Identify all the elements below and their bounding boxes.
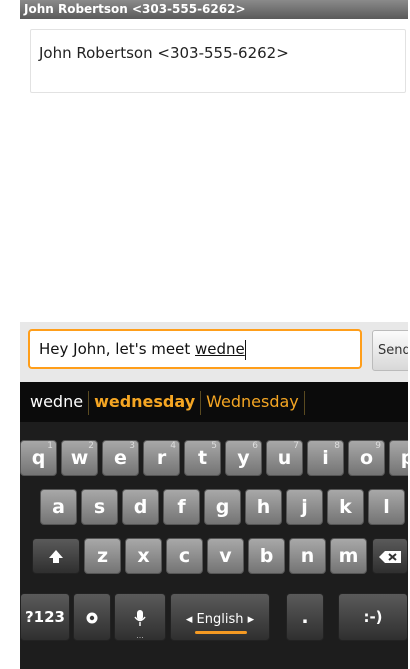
key-hint: 7 xyxy=(293,441,299,451)
key-n[interactable]: n xyxy=(289,538,326,574)
key-hint: 6 xyxy=(252,441,258,451)
key-u[interactable]: 7u xyxy=(266,440,303,476)
suggestion-typed[interactable]: wedne xyxy=(20,382,88,422)
key-v[interactable]: v xyxy=(207,538,244,574)
key-hint: 5 xyxy=(211,441,217,451)
microphone-key[interactable]: ... xyxy=(114,593,166,641)
key-label: y xyxy=(237,447,250,469)
mic-more-dots: ... xyxy=(136,631,144,640)
key-i[interactable]: 8i xyxy=(307,440,344,476)
key-y[interactable]: 6y xyxy=(225,440,262,476)
key-hint: 8 xyxy=(334,441,340,451)
suggestion-alt[interactable]: Wednesday xyxy=(201,382,304,422)
key-label: p xyxy=(400,447,408,469)
message-text: Hey John, let's meet xyxy=(39,340,196,358)
symbols-key[interactable]: ?123 xyxy=(20,593,70,641)
key-label: u xyxy=(277,447,292,469)
key-q[interactable]: 1q xyxy=(20,440,57,476)
suggestion-divider xyxy=(303,390,305,415)
shift-arrow-icon xyxy=(47,545,65,567)
key-e[interactable]: 3e xyxy=(102,440,139,476)
key-label: q xyxy=(31,447,46,469)
soft-keyboard: 1q 2w 3e 4r 5t 6y 7u 8i 9o p a s d f g h… xyxy=(20,422,408,669)
key-j[interactable]: j xyxy=(286,489,323,525)
key-label: r xyxy=(156,447,167,469)
key-hint: 1 xyxy=(47,441,53,451)
key-c[interactable]: c xyxy=(166,538,203,574)
key-h[interactable]: h xyxy=(245,489,282,525)
left-margin xyxy=(0,0,20,669)
key-label: t xyxy=(197,447,208,469)
spacebar-indicator xyxy=(195,631,247,634)
key-b[interactable]: b xyxy=(248,538,285,574)
key-d[interactable]: d xyxy=(122,489,159,525)
conversation-title: John Robertson <303-555-6262> xyxy=(20,0,408,19)
message-input[interactable]: Hey John, let's meet wedne xyxy=(28,329,362,369)
send-button[interactable]: Send xyxy=(372,330,408,371)
key-a[interactable]: a xyxy=(40,489,77,525)
key-hint: 9 xyxy=(375,441,381,451)
key-r[interactable]: 4r xyxy=(143,440,180,476)
backspace-icon xyxy=(378,545,402,567)
settings-gear-icon xyxy=(85,606,99,628)
key-t[interactable]: 5t xyxy=(184,440,221,476)
key-m[interactable]: m xyxy=(330,538,367,574)
key-z[interactable]: z xyxy=(84,538,121,574)
smiley-key[interactable]: :-) xyxy=(338,593,408,641)
compose-bar: Hey John, let's meet wedne Send xyxy=(20,322,408,382)
recipient-field[interactable]: John Robertson <303-555-6262> xyxy=(30,29,406,93)
shift-key[interactable] xyxy=(32,538,80,574)
key-label: e xyxy=(114,447,127,469)
key-label: i xyxy=(322,447,329,469)
key-hint: 4 xyxy=(170,441,176,451)
key-f[interactable]: f xyxy=(163,489,200,525)
key-o[interactable]: 9o xyxy=(348,440,385,476)
key-l[interactable]: l xyxy=(368,489,405,525)
key-p[interactable]: p xyxy=(389,440,408,476)
suggestion-best[interactable]: wednesday xyxy=(89,382,200,422)
key-g[interactable]: g xyxy=(204,489,241,525)
key-w[interactable]: 2w xyxy=(61,440,98,476)
text-cursor xyxy=(244,339,246,360)
key-hint: 3 xyxy=(129,441,135,451)
key-s[interactable]: s xyxy=(81,489,118,525)
key-hint: 2 xyxy=(88,441,94,451)
messaging-screen: John Robertson <303-555-6262> John Rober… xyxy=(20,0,408,669)
key-label: o xyxy=(359,447,374,469)
delete-key[interactable] xyxy=(372,538,408,574)
key-label: w xyxy=(70,447,89,469)
recipient-text: John Robertson <303-555-6262> xyxy=(39,44,289,62)
key-x[interactable]: x xyxy=(125,538,162,574)
suggestion-strip: wedne wednesday Wednesday xyxy=(20,382,408,422)
microphone-icon xyxy=(134,606,146,628)
period-key[interactable]: . xyxy=(286,593,324,641)
language-label: ◂ English ▸ xyxy=(185,612,255,627)
key-k[interactable]: k xyxy=(327,489,364,525)
settings-key[interactable] xyxy=(73,593,111,641)
language-spacebar-key[interactable]: ◂ English ▸ xyxy=(170,593,270,641)
composing-word: wedne xyxy=(195,340,245,358)
